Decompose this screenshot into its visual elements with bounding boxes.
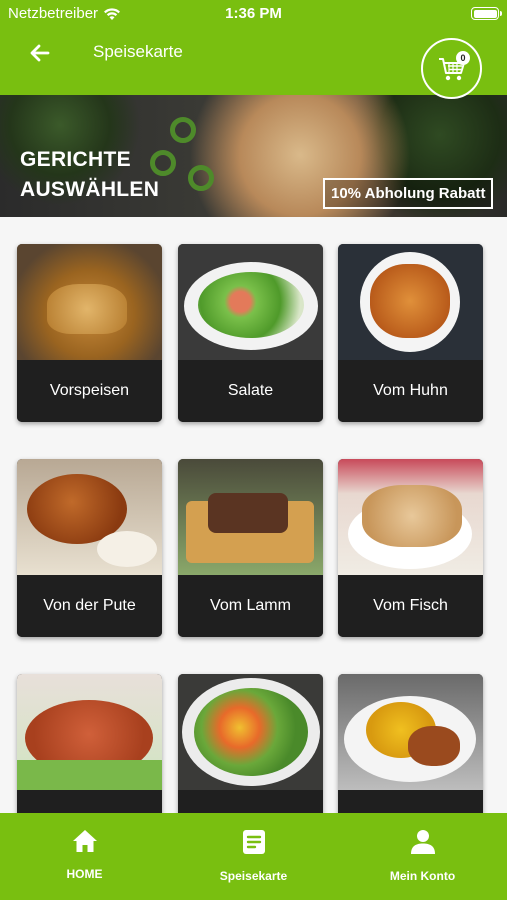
user-icon xyxy=(410,830,435,854)
home-icon xyxy=(72,830,97,852)
category-image xyxy=(178,244,323,360)
banner-decoration xyxy=(188,165,214,191)
hero-banner: GERICHTE AUSWÄHLEN 10% Abholung Rabatt xyxy=(0,95,507,217)
category-card-von-der-pute[interactable]: Von der Pute xyxy=(17,459,162,637)
category-label: Vom Lamm xyxy=(178,575,323,637)
category-card-biryani[interactable]: Biryani - xyxy=(338,674,483,817)
back-button[interactable] xyxy=(26,39,54,67)
banner-decoration xyxy=(170,117,196,143)
category-grid: Vorspeisen Salate Vom Huhn Von der Pute … xyxy=(0,217,507,817)
cart-button[interactable]: 0 xyxy=(421,38,482,99)
category-label: Vom Huhn xyxy=(338,360,483,422)
tab-home[interactable]: HOME xyxy=(0,813,169,900)
clock: 1:36 PM xyxy=(225,5,282,22)
arrow-left-icon xyxy=(30,44,50,62)
category-card-krabben[interactable]: Krabben xyxy=(17,674,162,817)
category-card-salate[interactable]: Salate xyxy=(178,244,323,422)
category-label: Von der Pute xyxy=(17,575,162,637)
category-label: Vorspeisen xyxy=(17,360,162,422)
bottom-tab-bar: HOME Speisekarte Mein Konto xyxy=(0,813,507,900)
tab-speisekarte[interactable]: Speisekarte xyxy=(169,813,338,900)
category-image xyxy=(178,674,323,790)
category-label: Salate xyxy=(178,360,323,422)
tab-label: Mein Konto xyxy=(389,869,456,883)
tab-label: HOME xyxy=(66,867,103,881)
category-card-vegetarische[interactable]: Vegetarische xyxy=(178,674,323,817)
category-image xyxy=(338,459,483,575)
category-image xyxy=(178,459,323,575)
cart-count-badge: 0 xyxy=(456,51,470,65)
document-icon xyxy=(242,830,265,854)
tab-mein-konto[interactable]: Mein Konto xyxy=(338,813,507,900)
category-image xyxy=(338,674,483,790)
category-card-vom-fisch[interactable]: Vom Fisch xyxy=(338,459,483,637)
tab-label: Speisekarte xyxy=(219,869,288,883)
category-image xyxy=(338,244,483,360)
promo-badge[interactable]: 10% Abholung Rabatt xyxy=(323,178,494,209)
category-label: Vom Fisch xyxy=(338,575,483,637)
battery-icon xyxy=(471,7,502,20)
banner-title: GERICHTE AUSWÄHLEN xyxy=(20,148,160,201)
status-bar: Netzbetreiber 1:36 PM xyxy=(0,4,507,24)
category-image xyxy=(17,459,162,575)
category-card-vom-lamm[interactable]: Vom Lamm xyxy=(178,459,323,637)
category-card-vom-huhn[interactable]: Vom Huhn xyxy=(338,244,483,422)
page-title: Speisekarte xyxy=(93,42,183,61)
category-card-vorspeisen[interactable]: Vorspeisen xyxy=(17,244,162,422)
category-image xyxy=(17,674,162,790)
category-image xyxy=(17,244,162,360)
